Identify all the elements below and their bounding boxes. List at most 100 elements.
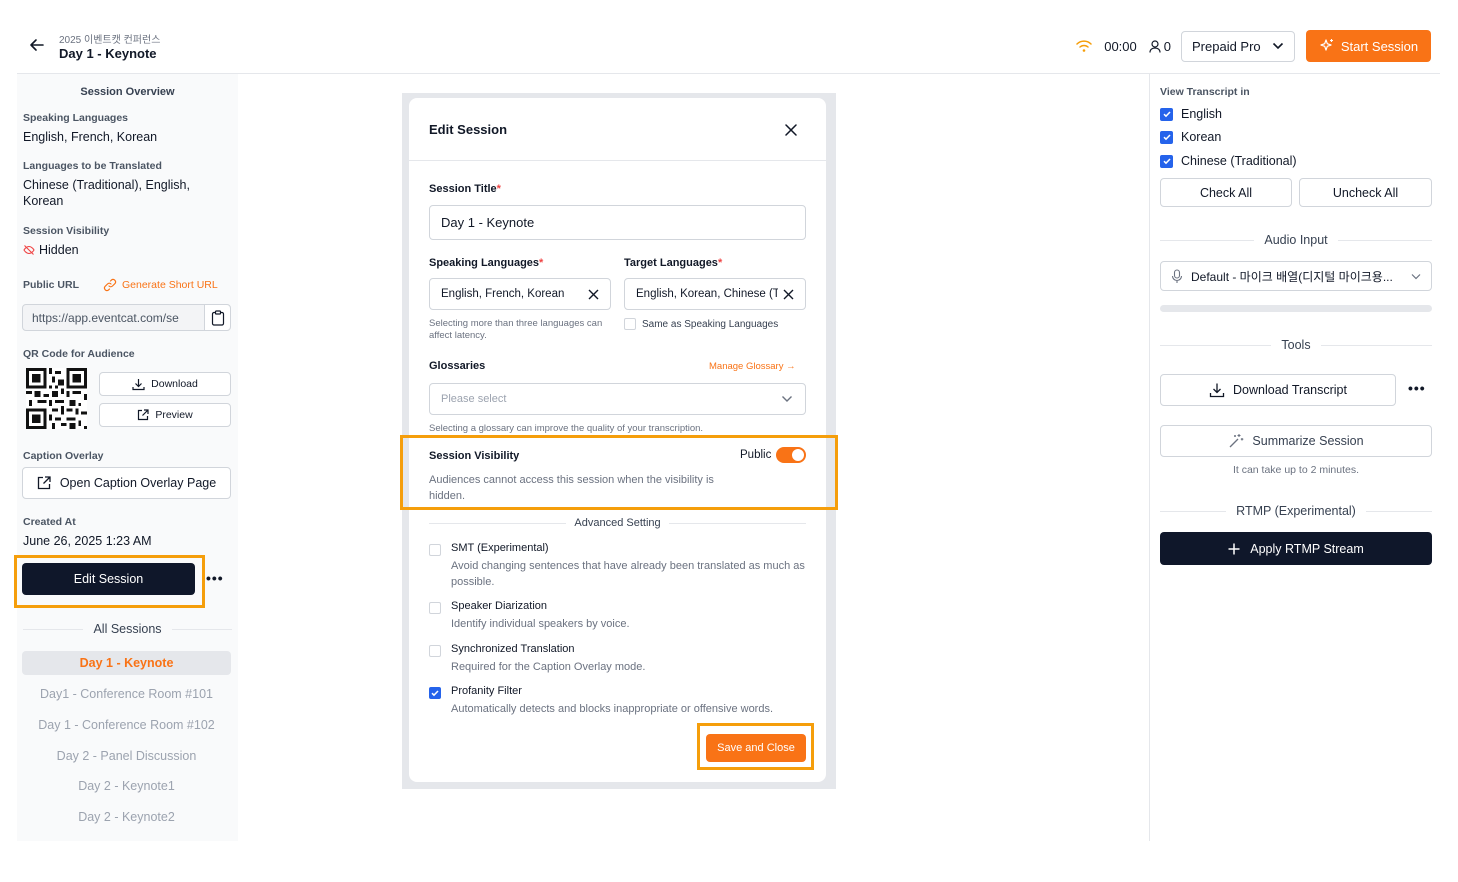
more-options-icon[interactable]: •••	[206, 570, 224, 586]
session-list-item[interactable]: Day 2 - Panel Discussion	[22, 744, 231, 768]
back-arrow-icon[interactable]	[28, 36, 46, 54]
close-icon[interactable]	[784, 123, 798, 137]
top-header: 2025 이벤트캣 컨퍼런스 Day 1 - Keynote 00:00 0 P…	[0, 0, 1458, 74]
caption-overlay-label: Caption Overlay	[23, 450, 104, 462]
glossary-hint: Selecting a glossary can improve the qua…	[429, 423, 704, 434]
speaking-languages-hint: Selecting more than three languages can …	[429, 318, 603, 341]
divider-line	[1337, 239, 1432, 241]
synchronized-translation-checkbox[interactable]	[429, 645, 441, 657]
language-checkbox-chinese[interactable]: Chinese (Traditional)	[1160, 154, 1297, 168]
visibility-label: Session Visibility	[23, 225, 110, 237]
session-title-input[interactable]: Day 1 - Keynote	[429, 205, 806, 240]
open-caption-overlay-button[interactable]: Open Caption Overlay Page	[22, 467, 231, 499]
generate-short-url-link[interactable]: Generate Short URL	[103, 278, 218, 292]
target-languages-label-text: Target Languages	[624, 257, 718, 269]
apply-rtmp-stream-button[interactable]: Apply RTMP Stream	[1160, 532, 1432, 565]
copy-url-button[interactable]	[204, 305, 230, 330]
checkbox-checked[interactable]	[1160, 154, 1173, 168]
speaking-languages-select[interactable]: English, French, Korean	[429, 278, 611, 310]
preview-qr-label: Preview	[155, 409, 193, 421]
summarize-session-label: Summarize Session	[1252, 434, 1364, 448]
check-icon	[1162, 158, 1171, 165]
header-controls: 00:00 0 Prepaid Pro Start Session	[1076, 30, 1431, 62]
session-list-item[interactable]: Day 2 - Keynote2	[22, 805, 231, 829]
external-link-icon	[37, 476, 51, 490]
option-description: Required for the Caption Overlay mode.	[451, 661, 646, 673]
user-icon	[1149, 39, 1161, 53]
eye-off-icon	[23, 245, 35, 255]
event-name: 2025 이벤트캣 컨퍼런스	[59, 35, 161, 46]
modal-header-divider	[409, 160, 826, 161]
language-checkbox-english[interactable]: English	[1160, 107, 1222, 121]
checkbox-checked[interactable]	[1160, 130, 1173, 144]
check-icon	[431, 690, 439, 697]
speaking-languages-selected: English, French, Korean	[441, 288, 565, 300]
qr-code-label: QR Code for Audience	[23, 348, 135, 360]
glossary-placeholder: Please select	[441, 393, 507, 405]
modal-title: Edit Session	[429, 122, 508, 137]
option-description: Identify individual speakers by voice.	[451, 618, 630, 630]
translated-languages-value: Chinese (Traditional), English, Korean	[23, 178, 190, 208]
divider-line	[1160, 239, 1255, 241]
option-title: Profanity Filter	[451, 685, 522, 697]
language-label: Korean	[1181, 130, 1222, 144]
summarize-session-button[interactable]: Summarize Session	[1160, 425, 1432, 457]
view-transcript-label: View Transcript in	[1160, 86, 1250, 98]
target-languages-select[interactable]: English, Korean, Chinese (Traditional)	[624, 278, 806, 310]
clear-icon[interactable]	[588, 289, 599, 300]
download-qr-label: Download	[151, 378, 198, 390]
profanity-filter-checkbox[interactable]	[429, 687, 441, 699]
all-sessions-title: All Sessions	[93, 622, 162, 636]
check-all-button[interactable]: Check All	[1160, 178, 1292, 207]
sparkle-icon	[1320, 39, 1333, 51]
transcript-panel: View Transcript in English Korean Chines…	[1149, 74, 1440, 841]
required-marker: *	[539, 257, 544, 269]
download-qr-button[interactable]: Download	[99, 372, 231, 396]
created-at-value: June 26, 2025 1:23 AM	[23, 534, 152, 548]
session-list-item[interactable]: Day 1 - Conference Room #102	[22, 713, 231, 737]
start-session-button[interactable]: Start Session	[1306, 30, 1431, 62]
speaker-diarization-checkbox[interactable]	[429, 602, 441, 614]
speaking-languages-value: English, French, Korean	[23, 130, 158, 144]
same-as-speaking-label: Same as Speaking Languages	[642, 318, 779, 330]
magic-wand-icon	[1229, 434, 1244, 448]
divider-line	[1160, 510, 1227, 512]
plan-dropdown[interactable]: Prepaid Pro	[1181, 30, 1295, 62]
public-url-field[interactable]: https://app.eventcat.com/se	[22, 304, 231, 331]
same-as-speaking-checkbox[interactable]: Same as Speaking Languages	[624, 318, 778, 330]
divider-line	[23, 628, 84, 630]
session-list-item[interactable]: Day1 - Conference Room #101	[22, 682, 231, 706]
plus-icon	[1228, 543, 1240, 554]
divider-line	[668, 522, 807, 524]
glossaries-label: Glossaries	[429, 360, 486, 372]
audio-input-select[interactable]: Default - 마이크 배열(디지털 마이크용...	[1160, 261, 1432, 291]
external-link-icon	[138, 409, 149, 421]
checkbox-checked[interactable]	[1160, 107, 1173, 121]
more-tools-icon[interactable]: •••	[1408, 380, 1426, 396]
rtmp-title: RTMP (Experimental)	[1236, 504, 1356, 518]
chevron-down-icon	[1411, 273, 1421, 279]
target-languages-selected: English, Korean, Chinese (Traditional)	[636, 288, 778, 300]
session-list-item[interactable]: Day 2 - Keynote1	[22, 774, 231, 798]
edit-session-highlight	[14, 555, 205, 608]
audio-input-header: Audio Input	[1160, 233, 1432, 247]
visibility-highlight	[400, 435, 838, 510]
rtmp-header: RTMP (Experimental)	[1160, 504, 1432, 518]
smt-checkbox[interactable]	[429, 544, 441, 556]
speaking-languages-label: Speaking Languages	[23, 112, 129, 124]
glossary-select[interactable]: Please select	[429, 383, 806, 415]
uncheck-all-button[interactable]: Uncheck All	[1299, 178, 1432, 207]
option-title: SMT (Experimental)	[451, 542, 549, 554]
clear-icon[interactable]	[783, 289, 794, 300]
open-caption-overlay-label: Open Caption Overlay Page	[59, 476, 217, 490]
checkbox-box[interactable]	[624, 318, 636, 330]
preview-qr-button[interactable]: Preview	[99, 403, 231, 427]
session-list-item[interactable]: Day 1 - Keynote	[22, 651, 231, 675]
download-transcript-button[interactable]: Download Transcript	[1160, 374, 1396, 406]
manage-glossary-link[interactable]: Manage Glossary →	[709, 361, 796, 372]
clipboard-icon	[211, 309, 224, 326]
audio-device-name: Default - 마이크 배열(디지털 마이크용...	[1191, 269, 1393, 284]
created-at-label: Created At	[23, 516, 76, 528]
language-checkbox-korean[interactable]: Korean	[1160, 130, 1221, 144]
visibility-text: Hidden	[39, 243, 79, 257]
